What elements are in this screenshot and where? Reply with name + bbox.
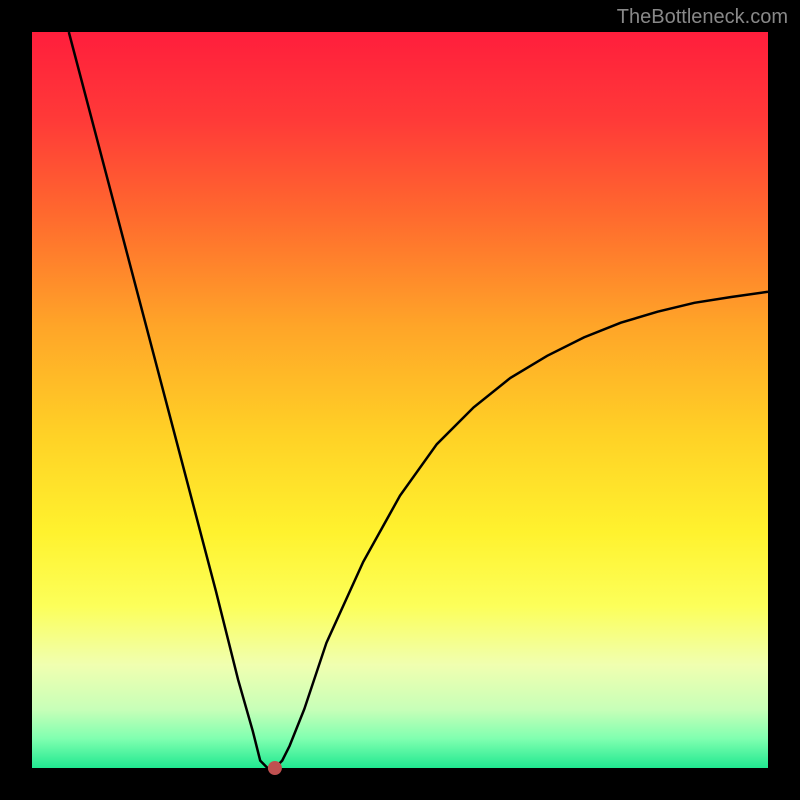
marker-point <box>268 761 282 775</box>
bottleneck-chart <box>0 0 800 800</box>
watermark-text: TheBottleneck.com <box>617 6 788 29</box>
chart-container: TheBottleneck.com <box>0 0 800 800</box>
plot-background <box>32 32 768 768</box>
